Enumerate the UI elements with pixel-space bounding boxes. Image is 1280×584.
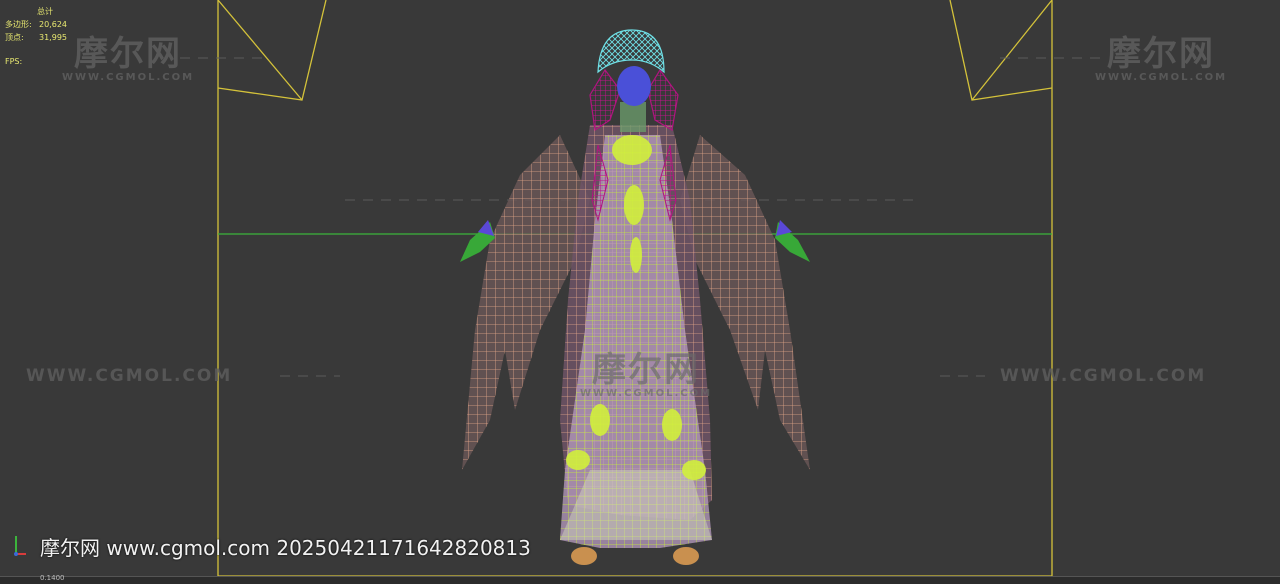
fps-label: FPS: <box>5 57 23 66</box>
scene-statistics: 总计 多边形: 20,624 顶点: 31,995 <box>5 5 67 44</box>
character-model[interactable] <box>460 29 810 565</box>
polygon-count-label: 多边形: <box>5 20 32 29</box>
perspective-viewport[interactable]: 总计 多边形: 20,624 顶点: 31,995 FPS: 摩尔网 WWW.C… <box>0 0 1280 584</box>
watermark-url-left: WWW.CGMOL.COM <box>26 366 233 386</box>
polygon-count-row: 多边形: 20,624 <box>5 18 67 31</box>
viewport-scene <box>180 0 1100 577</box>
status-text: 0.1400 <box>40 574 65 582</box>
bottom-watermark-text: 摩尔网 www.cgmol.com 20250421171642820813 <box>40 536 531 560</box>
watermark-logo-right: 摩尔网 WWW.CGMOL.COM <box>1095 34 1228 83</box>
stats-title: 总计 <box>37 7 53 16</box>
watermark-logo-left: 摩尔网 WWW.CGMOL.COM <box>62 34 195 83</box>
polygon-count-value: 20,624 <box>39 20 67 29</box>
watermark-logo-center: 摩尔网 WWW.CGMOL.COM <box>580 350 713 399</box>
watermark-url-right: WWW.CGMOL.COM <box>1000 366 1207 386</box>
axis-gizmo-icon <box>14 536 26 556</box>
vertex-count-label: 顶点: <box>5 33 24 42</box>
status-bar: 0.1400 <box>0 574 1280 584</box>
vertex-count-row: 顶点: 31,995 <box>5 31 67 44</box>
